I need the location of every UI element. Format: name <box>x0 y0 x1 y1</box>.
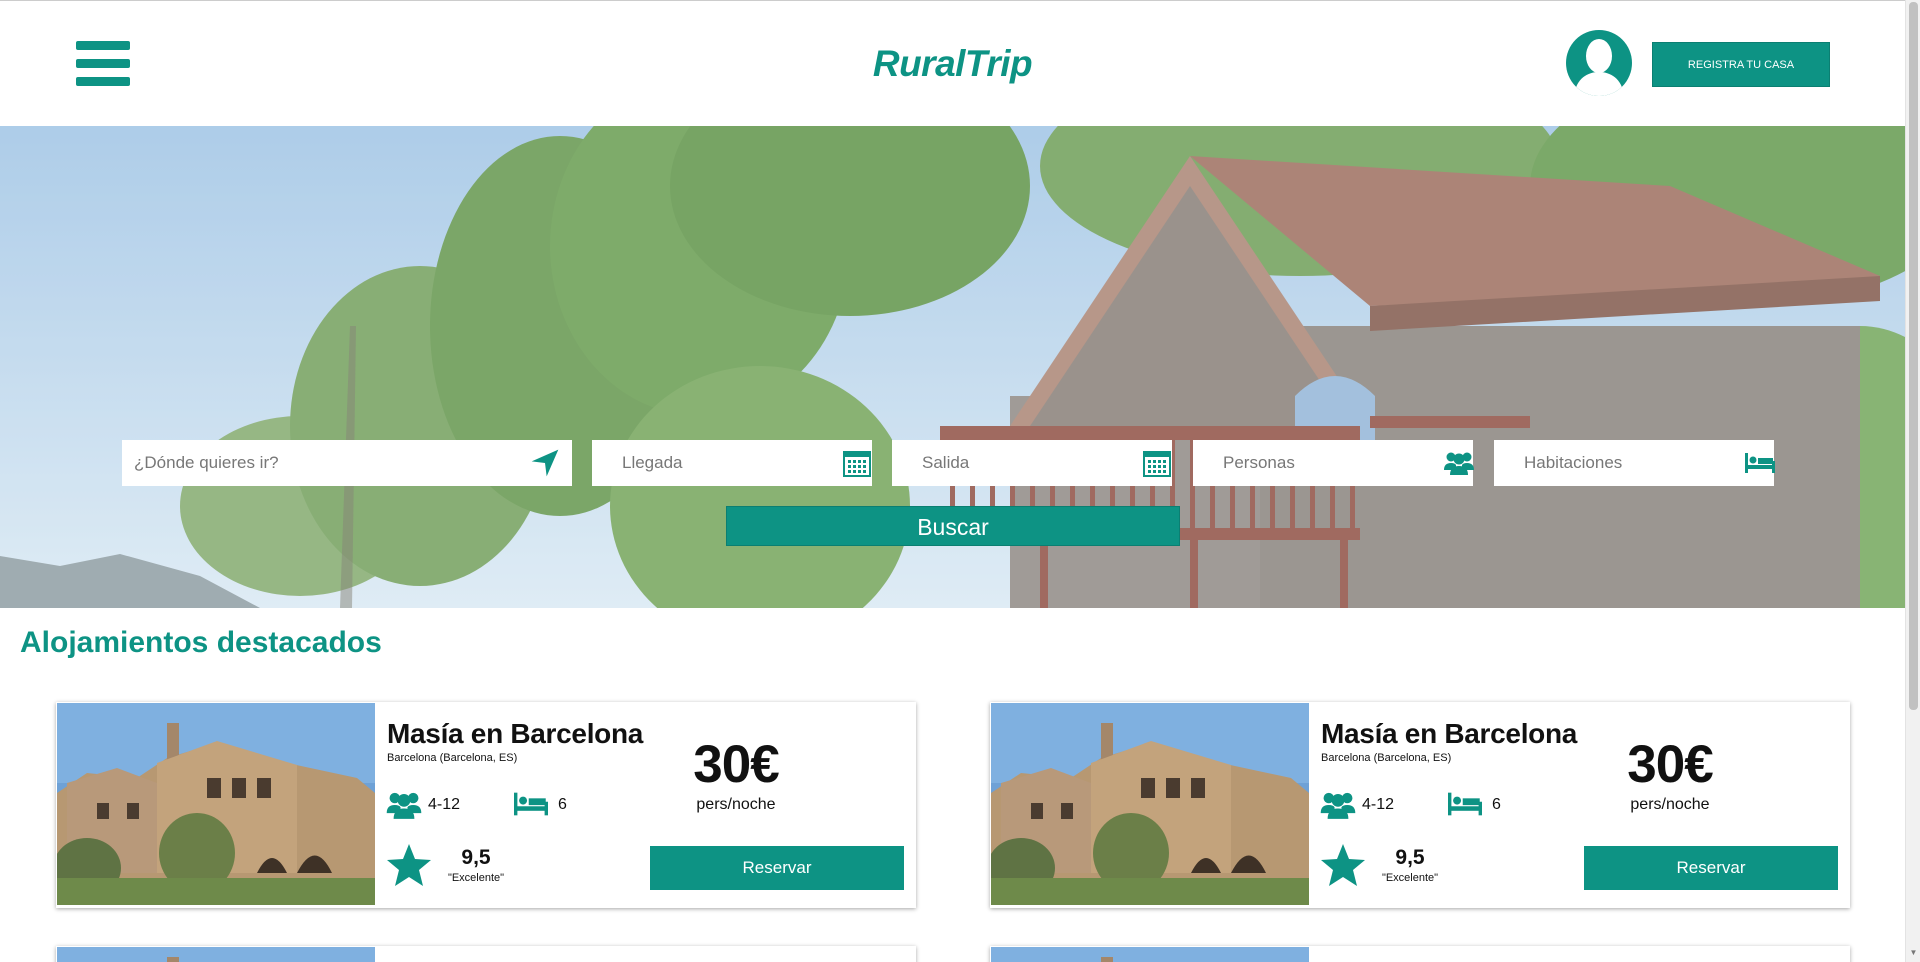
calendar-icon[interactable] <box>1143 448 1171 478</box>
listing-price: 30€ <box>693 735 779 794</box>
listing-title[interactable]: Masía en Barcelona <box>1321 718 1577 750</box>
listing-photo[interactable] <box>991 947 1309 962</box>
register-house-button[interactable]: REGISTRA TU CASA <box>1652 42 1830 87</box>
listing-beds: 6 <box>1492 796 1501 813</box>
user-avatar-icon[interactable] <box>1566 30 1632 96</box>
departure-input[interactable] <box>910 440 1143 486</box>
reserve-button[interactable]: Reservar <box>650 846 904 890</box>
listing-score: 9,5 <box>1395 846 1425 869</box>
listing-price-unit: pers/noche <box>696 796 776 813</box>
bed-icon[interactable] <box>1745 448 1775 478</box>
users-icon[interactable] <box>1444 448 1474 478</box>
users-icon <box>386 790 422 820</box>
listing-photo[interactable] <box>991 703 1309 905</box>
listing-price: 30€ <box>1627 735 1713 794</box>
reserve-button[interactable]: Reservar <box>1584 846 1838 890</box>
listing-card[interactable] <box>56 946 916 962</box>
star-icon <box>1320 843 1366 887</box>
listing-card[interactable]: Masía en Barcelona Barcelona (Barcelona,… <box>990 702 1850 908</box>
destination-input[interactable] <box>122 440 530 486</box>
listing-card[interactable]: Masía en Barcelona Barcelona (Barcelona,… <box>56 702 916 908</box>
page-scrollbar[interactable]: ▼ <box>1905 0 1920 962</box>
people-input[interactable] <box>1211 440 1444 486</box>
location-arrow-icon[interactable] <box>530 448 560 478</box>
listing-photo[interactable] <box>57 703 375 905</box>
star-icon <box>386 843 432 887</box>
rooms-input[interactable] <box>1512 440 1745 486</box>
listing-score-label: "Excelente" <box>1381 872 1439 884</box>
calendar-icon[interactable] <box>843 448 871 478</box>
listing-score-label: "Excelente" <box>447 872 505 884</box>
featured-title: Alojamientos destacados <box>20 626 382 659</box>
listing-beds: 6 <box>558 796 567 813</box>
departure-field[interactable] <box>892 440 1172 486</box>
listing-guests: 4-12 <box>1362 796 1395 813</box>
scroll-down-arrow-icon[interactable]: ▼ <box>1909 948 1918 958</box>
listing-photo[interactable] <box>57 947 375 962</box>
destination-field[interactable] <box>122 440 572 486</box>
listing-location: Barcelona (Barcelona, ES) <box>1321 752 1452 764</box>
people-field[interactable] <box>1193 440 1474 486</box>
listing-title[interactable]: Masía en Barcelona <box>387 718 643 750</box>
bed-icon <box>514 792 548 818</box>
hamburger-menu-icon[interactable] <box>76 41 130 87</box>
hero-banner: Buscar <box>0 126 1905 608</box>
site-header: RuralTrip REGISTRA TU CASA <box>0 0 1905 126</box>
listing-location: Barcelona (Barcelona, ES) <box>387 752 518 764</box>
listing-price-unit: pers/noche <box>1630 796 1710 813</box>
arrival-input[interactable] <box>610 440 843 486</box>
listing-card[interactable] <box>990 946 1850 962</box>
listing-guests: 4-12 <box>428 796 461 813</box>
search-button[interactable]: Buscar <box>726 506 1180 546</box>
bed-icon <box>1448 792 1482 818</box>
listing-score: 9,5 <box>461 846 491 869</box>
users-icon <box>1320 790 1356 820</box>
arrival-field[interactable] <box>592 440 872 486</box>
scrollbar-thumb[interactable] <box>1909 2 1918 710</box>
rooms-field[interactable] <box>1494 440 1775 486</box>
search-bar <box>0 440 1905 486</box>
